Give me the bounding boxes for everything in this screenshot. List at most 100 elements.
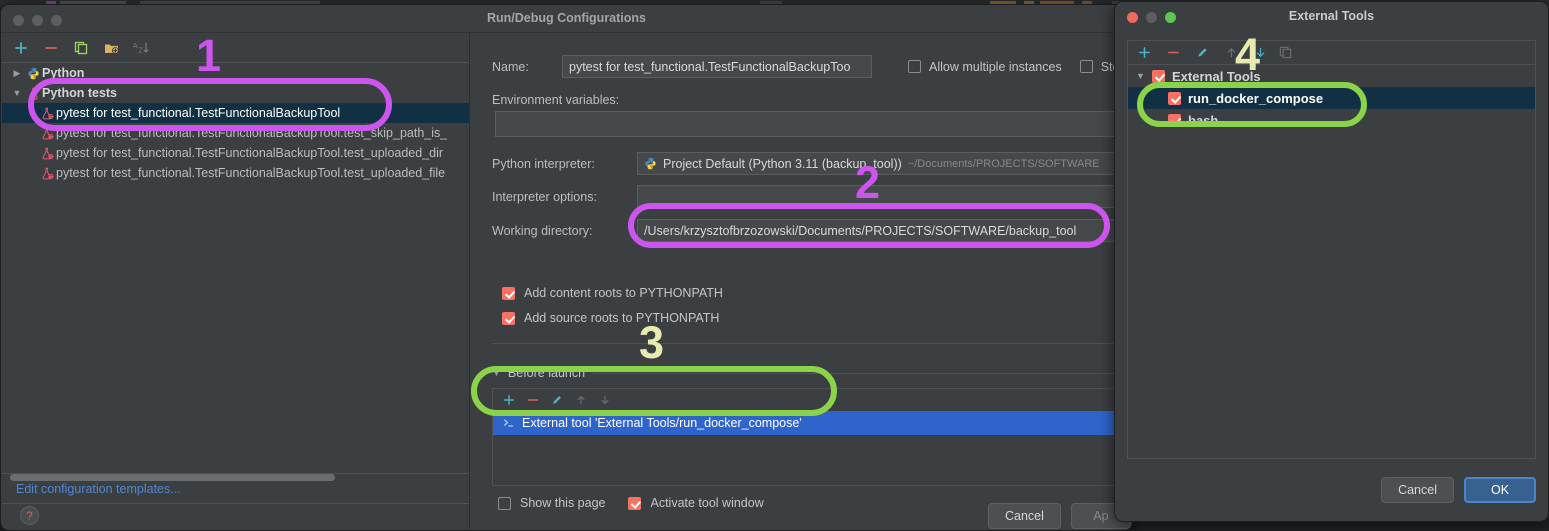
activate-tool-window-checkbox[interactable] (628, 496, 642, 510)
before-launch-divider (592, 372, 1132, 374)
remove-icon[interactable] (1167, 46, 1180, 59)
tree-item-label: pytest for test_functional.TestFunctiona… (56, 166, 446, 180)
folder-add-icon[interactable] (102, 39, 120, 57)
tree-item-pytest-uploaded-file[interactable]: pytest for test_functional.TestFunctiona… (2, 163, 469, 183)
allow-multiple-instances-label: Allow multiple instances (929, 59, 1062, 74)
form-divider (492, 343, 1132, 344)
before-launch-label: Before launch (507, 366, 586, 380)
move-up-icon[interactable] (575, 394, 587, 406)
screenshot-root: Run/Debug Configurations A Z ▶ Python ▼ … (0, 0, 1549, 531)
pytest-icon (38, 127, 56, 140)
add-content-roots-row[interactable]: Add content roots to PYTHONPATH (502, 286, 723, 300)
terminal-prompt-icon (503, 417, 515, 429)
add-icon[interactable] (1138, 46, 1151, 59)
add-content-roots-checkbox[interactable] (502, 286, 515, 300)
tree-item-pytest-backuptool[interactable]: pytest for test_functional.TestFunctiona… (2, 103, 469, 123)
edit-configuration-templates-label: Edit configuration templates... (16, 481, 181, 496)
cancel-button[interactable]: Cancel (1381, 477, 1454, 503)
chevron-right-icon[interactable]: ▶ (10, 68, 24, 79)
tree-item-label: Python (42, 66, 85, 80)
tree-item-pytest-uploaded-dir[interactable]: pytest for test_functional.TestFunctiona… (2, 143, 469, 163)
help-icon[interactable]: ? (20, 506, 39, 525)
activate-tool-window-label: Activate tool window (650, 496, 764, 510)
configuration-form-panel: Name: pytest for test_functional.TestFun… (470, 33, 1132, 529)
run-debug-footer-buttons: Cancel Ap (988, 503, 1131, 529)
remove-icon[interactable] (42, 39, 60, 57)
move-up-icon[interactable] (1225, 46, 1238, 59)
tree-item-label: pytest for test_functional.TestFunctiona… (56, 106, 341, 120)
tree-group-python[interactable]: ▶ Python (2, 63, 469, 83)
edit-pencil-icon[interactable] (551, 394, 563, 406)
add-icon[interactable] (503, 394, 515, 406)
show-this-page-checkbox[interactable] (498, 496, 511, 510)
add-source-roots-row[interactable]: Add source roots to PYTHONPATH (502, 311, 719, 325)
working-directory-row: Working directory: /Users/krzysztofbrzoz… (492, 219, 1132, 242)
chevron-down-icon[interactable]: ▼ (492, 368, 501, 378)
python-interpreter-select[interactable]: Project Default (Python 3.11 (backup_too… (637, 152, 1132, 175)
configurations-tree-toolbar: A Z (2, 33, 469, 63)
allow-multiple-instances-checkbox[interactable] (908, 60, 921, 73)
copy-icon[interactable] (72, 39, 90, 57)
before-launch-toolbar (493, 389, 1132, 411)
external-tools-tree: ▼ External Tools run_docker_compose bash (1128, 65, 1535, 131)
chevron-down-icon[interactable]: ▼ (10, 88, 24, 98)
remove-icon[interactable] (527, 394, 539, 406)
move-down-icon[interactable] (599, 394, 611, 406)
before-launch-item-external-tool[interactable]: External tool 'External Tools/run_docker… (493, 411, 1132, 435)
help-bar: ? (2, 503, 469, 529)
name-input[interactable]: pytest for test_functional.TestFunctiona… (562, 55, 872, 78)
store-as-project-file-checkbox[interactable] (1079, 60, 1093, 73)
external-tools-item-run-docker-compose[interactable]: run_docker_compose (1128, 87, 1535, 109)
ok-button[interactable]: OK (1464, 477, 1536, 503)
before-launch-item-label: External tool 'External Tools/run_docker… (522, 416, 802, 430)
tree-item-label: pytest for test_functional.TestFunctiona… (56, 126, 448, 140)
bash-checkbox[interactable] (1168, 113, 1181, 127)
show-this-page-row[interactable]: Show this page Activate tool window (498, 496, 764, 510)
run-docker-compose-label: run_docker_compose (1188, 90, 1324, 106)
svg-text:Z: Z (139, 47, 144, 54)
copy-icon[interactable] (1279, 46, 1292, 59)
add-source-roots-checkbox[interactable] (502, 311, 515, 325)
run-debug-configurations-window: Run/Debug Configurations A Z ▶ Python ▼ … (0, 4, 1133, 531)
run-docker-compose-checkbox[interactable] (1168, 91, 1181, 105)
edit-pencil-icon[interactable] (1196, 46, 1209, 59)
python-interpreter-label: Python interpreter: (492, 156, 595, 171)
python-icon (644, 157, 657, 170)
add-source-roots-label: Add source roots to PYTHONPATH (524, 311, 720, 325)
environment-variables-label: Environment variables: (492, 93, 620, 107)
help-icon-label: ? (26, 508, 33, 523)
before-launch-header[interactable]: ▼ Before launch (492, 366, 1132, 380)
cancel-button[interactable]: Cancel (988, 503, 1061, 529)
external-tools-window: External Tools ▼ External Tools run_dock… (1114, 1, 1549, 522)
external-tools-group-row[interactable]: ▼ External Tools (1128, 65, 1535, 87)
name-row: Name: pytest for test_functional.TestFun… (492, 55, 1119, 78)
external-tools-group-checkbox[interactable] (1152, 69, 1165, 83)
allow-multiple-instances-checkbox-row[interactable]: Allow multiple instances (908, 60, 1062, 74)
configurations-tree-panel: A Z ▶ Python ▼ Python tests pytest for t… (2, 33, 470, 529)
tree-group-python-tests[interactable]: ▼ Python tests (2, 83, 469, 103)
python-icon (24, 67, 42, 80)
svg-text:A: A (133, 43, 138, 50)
external-tools-body: ▼ External Tools run_docker_compose bash (1127, 40, 1536, 459)
external-tools-window-title: External Tools (1288, 9, 1375, 23)
add-content-roots-label: Add content roots to PYTHONPATH (524, 286, 723, 300)
name-label: Name: (492, 59, 529, 74)
chevron-down-icon[interactable]: ▼ (1136, 71, 1152, 81)
working-directory-label: Working directory: (492, 223, 593, 238)
external-tools-titlebar: External Tools (1115, 2, 1548, 32)
python-interpreter-value: Project Default (Python 3.11 (backup_too… (663, 156, 902, 171)
run-debug-window-title: Run/Debug Configurations (486, 11, 646, 25)
interpreter-options-input[interactable] (637, 185, 1132, 208)
external-tools-toolbar (1128, 41, 1535, 65)
environment-variables-input[interactable] (495, 111, 1132, 137)
external-tools-item-bash[interactable]: bash (1128, 109, 1535, 131)
external-tools-footer-buttons: Cancel OK (1381, 477, 1536, 503)
configurations-tree-body: ▶ Python ▼ Python tests pytest for test_… (2, 63, 469, 463)
move-down-icon[interactable] (1254, 46, 1267, 59)
sort-alphabetically-icon[interactable]: A Z (132, 39, 150, 57)
tree-item-label: pytest for test_functional.TestFunctiona… (56, 146, 444, 160)
edit-configuration-templates-link[interactable]: Edit configuration templates... (2, 473, 469, 503)
working-directory-input[interactable]: /Users/krzysztofbrzozowski/Documents/PRO… (637, 219, 1132, 242)
add-icon[interactable] (12, 39, 30, 57)
tree-item-pytest-skip-path[interactable]: pytest for test_functional.TestFunctiona… (2, 123, 469, 143)
